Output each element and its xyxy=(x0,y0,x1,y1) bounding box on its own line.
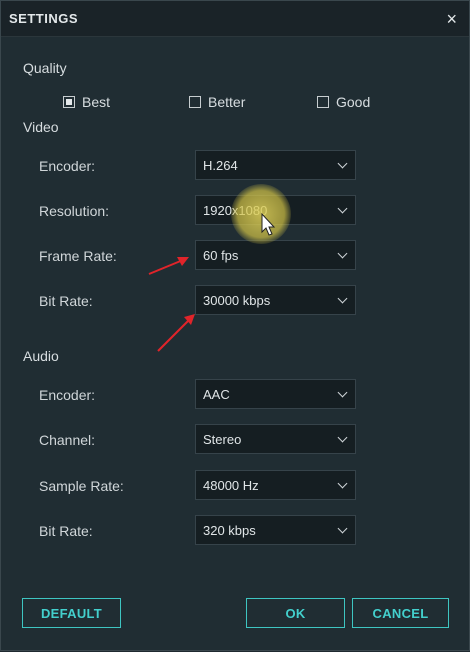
close-icon[interactable]: × xyxy=(446,7,457,31)
audio-encoder-value: AAC xyxy=(203,387,230,402)
video-encoder-label: Encoder: xyxy=(39,158,96,174)
audio-channel-select[interactable]: Stereo xyxy=(195,424,356,454)
quality-option-label: Best xyxy=(82,94,111,110)
audio-section-label: Audio xyxy=(23,348,59,364)
chevron-down-icon xyxy=(337,432,348,443)
dialog-title: SETTINGS xyxy=(9,11,79,26)
default-button[interactable]: DEFAULT xyxy=(22,598,121,628)
radio-unchecked-icon xyxy=(317,96,329,108)
chevron-down-icon xyxy=(337,387,348,398)
video-encoder-value: H.264 xyxy=(203,158,238,173)
ok-button[interactable]: OK xyxy=(246,598,345,628)
video-section-label: Video xyxy=(23,119,59,135)
radio-checked-icon xyxy=(63,96,75,108)
audio-channel-label: Channel: xyxy=(39,432,96,448)
quality-option-label: Good xyxy=(336,94,371,110)
audio-sample-rate-value: 48000 Hz xyxy=(203,478,259,493)
audio-encoder-label: Encoder: xyxy=(39,387,96,403)
red-arrow-icon xyxy=(157,314,195,352)
title-bar: SETTINGS × xyxy=(1,1,469,37)
audio-bit-rate-value: 320 kbps xyxy=(203,523,256,538)
quality-section-label: Quality xyxy=(23,60,67,76)
audio-sample-rate-label: Sample Rate: xyxy=(39,478,124,494)
chevron-down-icon xyxy=(337,248,348,259)
radio-unchecked-icon xyxy=(189,96,201,108)
video-bit-rate-value: 30000 kbps xyxy=(203,293,271,308)
chevron-down-icon xyxy=(337,293,348,304)
chevron-down-icon xyxy=(337,523,348,534)
video-frame-rate-label: Frame Rate: xyxy=(39,248,117,264)
audio-sample-rate-select[interactable]: 48000 Hz xyxy=(195,470,356,500)
video-resolution-select[interactable]: 1920x1080 xyxy=(195,195,356,225)
settings-dialog: SETTINGS × Quality Best Better Good Vide… xyxy=(0,0,470,651)
chevron-down-icon xyxy=(337,158,348,169)
video-resolution-label: Resolution: xyxy=(39,203,110,219)
quality-option-good[interactable]: Good xyxy=(317,94,370,110)
audio-bit-rate-select[interactable]: 320 kbps xyxy=(195,515,356,545)
video-frame-rate-select[interactable]: 60 fps xyxy=(195,240,356,270)
video-bit-rate-label: Bit Rate: xyxy=(39,293,93,309)
video-encoder-select[interactable]: H.264 xyxy=(195,150,356,180)
chevron-down-icon xyxy=(337,478,348,489)
cancel-button[interactable]: CANCEL xyxy=(352,598,449,628)
quality-option-better[interactable]: Better xyxy=(189,94,245,110)
audio-encoder-select[interactable]: AAC xyxy=(195,379,356,409)
red-arrow-icon xyxy=(148,257,189,275)
chevron-down-icon xyxy=(337,203,348,214)
audio-bit-rate-label: Bit Rate: xyxy=(39,523,93,539)
quality-option-best[interactable]: Best xyxy=(63,94,110,110)
quality-option-label: Better xyxy=(208,94,246,110)
audio-channel-value: Stereo xyxy=(203,432,242,447)
video-frame-rate-value: 60 fps xyxy=(203,248,239,263)
video-bit-rate-select[interactable]: 30000 kbps xyxy=(195,285,356,315)
video-resolution-value: 1920x1080 xyxy=(203,203,268,218)
